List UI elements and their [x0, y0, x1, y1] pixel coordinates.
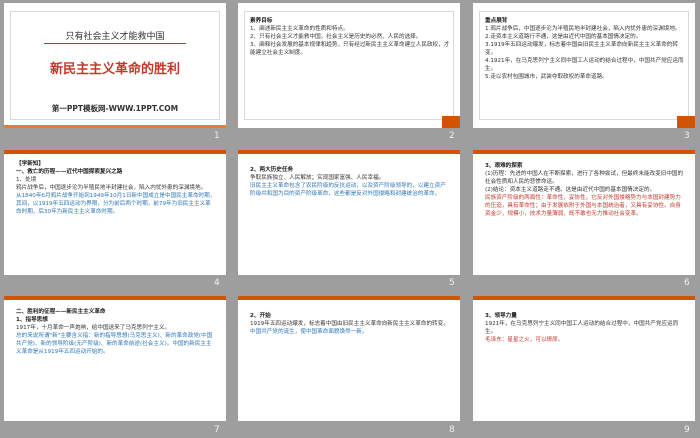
text-line: 1921年，在马克思列宁主义同中国工人运动的结合过程中，中国共产党应运而生。 [485, 321, 679, 335]
text-line: 旧民主主义革命包含了农民阶级的反抗运动，以及资产阶级领导的，以建立资产阶级共和国… [250, 183, 446, 197]
divider [44, 43, 186, 44]
text-line: 3、领导力量 [485, 313, 517, 319]
slide-top-bar [238, 150, 460, 154]
text-line: 3、艰难的探索 [485, 163, 523, 169]
slide-number-6: 6 [684, 278, 690, 288]
text-line: 4.1921年，在马克思列宁主义同中国工人运动的结合过程中，中国共产党应运而生。 [485, 58, 684, 72]
slide-number-5: 5 [449, 278, 455, 288]
corner-mark [442, 116, 460, 128]
slide-number-8: 8 [449, 425, 455, 435]
text-line: 1.鸦片战争后，中国逐步沦为半殖民地半封建社会，陷入内忧外患的深渊境地。 [485, 26, 681, 32]
text-line: 5.走以农村包围城市，武装夺取政权的革命道路。 [485, 74, 608, 80]
slide-subtitle: 第一PPT模板网-WWW.1PPT.COM [51, 104, 179, 113]
slide-number-4: 4 [214, 278, 220, 288]
text-line: 2、只有社会主义才能救中国，社会主义是历史的必然、人民的选择。 [250, 34, 422, 40]
slide-thumbnail-7[interactable]: 二、胜利的征程——新民主主义革命 1、指导思想 1917年，十月革命一声炮响，给… [4, 296, 226, 421]
text-line: 中国共产党的诞生，使中国革命面貌焕然一新。 [250, 329, 368, 335]
text-line: 一、救亡的历程——近代中国探索复兴之路 [16, 169, 123, 175]
slide-content: 【学新知】 一、救亡的历程——近代中国探索复兴之路 1、处境 鸦片战争后，中国逐… [16, 160, 216, 216]
text-line: 毛泽东：星星之火，可以燎原。 [485, 337, 564, 343]
text-line: 1917年，十月革命一声炮响，给中国送来了马克思列宁主义。 [16, 325, 171, 331]
slide-content: 2、两大历史任务 争取民族独立、人民解放；实现国家富强、人民幸福。 旧民主主义革… [250, 166, 450, 198]
text-line: 民族资产阶级的两面性：革命性，妥协性。它反对外国侵略势力与本国封建势力的压迫，具… [485, 195, 681, 217]
slide-thumbnail-9[interactable]: 3、领导力量 1921年，在马克思列宁主义同中国工人运动的结合过程中，中国共产党… [473, 296, 695, 421]
text-line: 2.走资本主义道路行不通，这是由近代中国的基本国情决定的。 [485, 34, 642, 40]
text-line: 3、阐释社会发展的基本规律和趋势，只有经过新民主主义革命建立人民政权，才能建立社… [250, 42, 450, 56]
text-line: 1、处境 [16, 177, 37, 183]
slide-content: 重点展背 1.鸦片战争后，中国逐步沦为半殖民地半封建社会，陷入内忧外患的深渊境地… [485, 17, 685, 81]
slide-thumbnail-3[interactable]: 重点展背 1.鸦片战争后，中国逐步沦为半殖民地半封建社会，陷入内忧外患的深渊境地… [473, 3, 695, 128]
text-line: 总的来说所谓"新"主要含义指：新的指导思想(马克思主义)、新的革命政党(中国共产… [16, 333, 213, 355]
slide-number-3: 3 [684, 131, 690, 141]
slide-content: 3、领导力量 1921年，在马克思列宁主义同中国工人运动的结合过程中，中国共产党… [485, 312, 685, 344]
text-line: 3.1919年五四运动爆发，标志着中国由旧民主主义革命向新民主主义革命的转变。 [485, 42, 678, 56]
slide-number-2: 2 [449, 131, 455, 141]
slide-top-bar [473, 150, 695, 154]
corner-mark [677, 116, 695, 128]
text-line: 2、两大历史任务 [250, 167, 294, 173]
text-line: 1、阐述新民主主义革命的性质和特点。 [250, 26, 349, 32]
text-line: 1、指导思想 [16, 317, 48, 323]
slide-bottom-bar [4, 125, 226, 128]
text-line: 从1840年6月鸦片战争开始到1949年10月1日新中国成立是中国民主革命时期，… [16, 193, 216, 215]
slide-main-title: 新民主主义革命的胜利 [49, 62, 180, 77]
slide-number-1: 1 [214, 131, 220, 141]
slide-thumbnail-1[interactable]: 只有社会主义才能救中国 新民主主义革命的胜利 第一PPT模板网-WWW.1PPT… [4, 3, 226, 128]
text-line: (2)结论：资本主义道路走不通。这是由近代中国的基本国情决定的。 [485, 187, 656, 193]
slide-title-top: 只有社会主义才能救中国 [65, 32, 165, 42]
text-line: 1919年五四运动爆发，标志着中国由旧民主主义革命向新民主主义革命的转变。 [250, 321, 449, 327]
slide-top-bar [4, 150, 226, 154]
text-line: 二、胜利的征程——新民主主义革命 [16, 309, 106, 315]
slide-content: 3、艰难的探索 (1)历程：先进的中国人在不断探索，进行了各种尝试，但最终未能改… [485, 162, 685, 218]
slide-thumbnail-6[interactable]: 3、艰难的探索 (1)历程：先进的中国人在不断探索，进行了各种尝试，但最终未能改… [473, 150, 695, 275]
text-line: (1)历程：先进的中国人在不断探索，进行了各种尝试，但最终未能改变旧中国的社会性… [485, 171, 684, 185]
slide-thumbnail-8[interactable]: 2、开始 1919年五四运动爆发，标志着中国由旧民主主义革命向新民主主义革命的转… [238, 296, 460, 421]
slide-thumbnail-4[interactable]: 【学新知】 一、救亡的历程——近代中国探索复兴之路 1、处境 鸦片战争后，中国逐… [4, 150, 226, 275]
slide-heading: 重点展背 [485, 18, 508, 24]
slide-thumbnail-5[interactable]: 2、两大历史任务 争取民族独立、人民解放；实现国家富强、人民幸福。 旧民主主义革… [238, 150, 460, 275]
slide-content: 二、胜利的征程——新民主主义革命 1、指导思想 1917年，十月革命一声炮响，给… [16, 308, 216, 356]
slide-content: 2、开始 1919年五四运动爆发，标志着中国由旧民主主义革命向新民主主义革命的转… [250, 312, 450, 336]
slide-number-9: 9 [684, 425, 690, 435]
slide-top-bar [238, 296, 460, 300]
slide-top-bar [4, 296, 226, 300]
slide-thumbnail-2[interactable]: 素养目标 1、阐述新民主主义革命的性质和特点。 2、只有社会主义才能救中国，社会… [238, 3, 460, 128]
slide-content: 素养目标 1、阐述新民主主义革命的性质和特点。 2、只有社会主义才能救中国，社会… [250, 17, 450, 57]
text-line: 2、开始 [250, 313, 271, 319]
text-line: 争取民族独立、人民解放；实现国家富强、人民幸福。 [250, 175, 385, 181]
section-tag: 【学新知】 [16, 161, 44, 167]
slide-top-bar [473, 296, 695, 300]
slide-number-7: 7 [214, 425, 220, 435]
text-line: 鸦片战争后，中国逐步沦为半殖民地半封建社会，陷入内忧外患的深渊境地。 [16, 185, 207, 191]
slide-heading: 素养目标 [250, 18, 273, 24]
